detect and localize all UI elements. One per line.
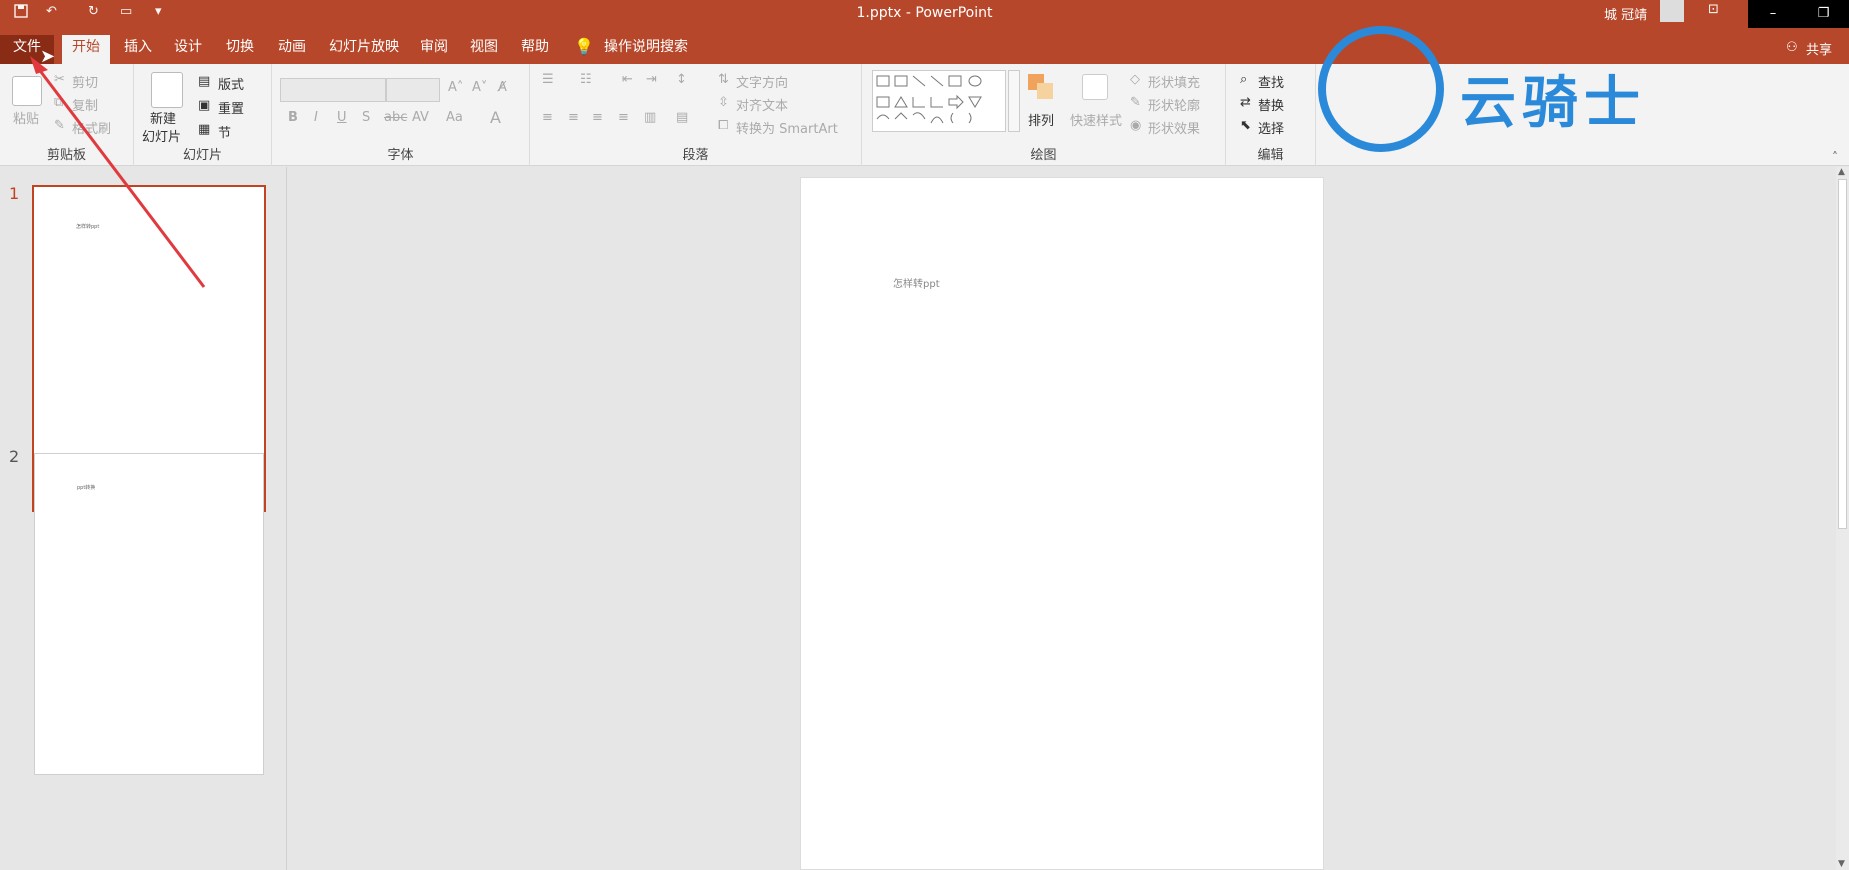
slide-canvas[interactable]: 怎样转ppt (800, 177, 1324, 870)
align-text-button[interactable]: 对齐文本 (736, 95, 788, 114)
shapes-gallery[interactable] (872, 70, 1006, 132)
replace-button[interactable]: 替换 (1258, 95, 1284, 114)
powerpoint-window: ↶ ↻ ▭ ▾ 1.pptx - PowerPoint 城 冠靖 ⊡ – ❐ 文… (0, 0, 1849, 870)
underline-button[interactable]: U (337, 110, 347, 125)
group-label-editing: 编辑 (1257, 148, 1284, 163)
lightbulb-icon: 💡 (574, 37, 594, 56)
shadow-button[interactable]: S (362, 110, 370, 125)
quick-styles-button[interactable]: 快速样式 (1070, 110, 1122, 129)
grow-font-icon[interactable]: A˄ (448, 80, 463, 95)
numbering-icon[interactable]: ☷ (580, 72, 592, 87)
text-direction-button[interactable]: 文字方向 (736, 72, 788, 91)
increase-indent-icon[interactable]: ⇥ (646, 72, 657, 87)
shape-fill-button[interactable]: 形状填充 (1148, 72, 1200, 91)
arrange-button[interactable]: 排列 (1028, 110, 1054, 129)
shape-effects-button[interactable]: 形状效果 (1148, 118, 1200, 137)
tab-animations[interactable]: 动画 (268, 35, 316, 64)
annotation-arrow (30, 56, 206, 288)
smartart-icon[interactable]: ⧠ (718, 118, 728, 133)
select-button[interactable]: 选择 (1258, 118, 1284, 137)
slide-text-box[interactable]: 怎样转ppt (893, 275, 940, 290)
group-label-font: 字体 (387, 148, 414, 163)
group-editing: ⌕ 查找 ⇄ 替换 ⬉ 选择 编辑 (1226, 64, 1316, 166)
tab-help[interactable]: 帮助 (511, 35, 559, 64)
replace-icon[interactable]: ⇄ (1240, 95, 1251, 110)
avatar[interactable] (1660, 0, 1684, 22)
scroll-down-icon[interactable]: ▼ (1838, 859, 1845, 869)
tab-review[interactable]: 审阅 (410, 35, 458, 64)
group-label-drawing: 绘图 (1030, 148, 1057, 163)
select-icon[interactable]: ⬉ (1240, 118, 1251, 133)
smartart-button[interactable]: 转换为 SmartArt (736, 118, 838, 137)
collapse-ribbon-icon[interactable]: ˄ (1832, 150, 1838, 164)
person-icon: ⚇ (1786, 40, 1798, 55)
align-text-icon[interactable]: ⇳ (718, 95, 729, 110)
align-center-icon[interactable]: ≡ (568, 110, 579, 125)
change-case-button[interactable]: Aa (446, 110, 463, 125)
find-icon[interactable]: ⌕ (1240, 72, 1247, 87)
decrease-indent-icon[interactable]: ⇤ (622, 72, 633, 87)
justify-icon[interactable]: ≡ (618, 110, 629, 125)
arrange-icon[interactable] (1028, 74, 1054, 100)
line-spacing-icon[interactable]: ↕ (676, 72, 687, 87)
group-font: A˄ A˅ A̸ B I U S abc AV Aa A 字体 (272, 64, 530, 166)
font-size-box[interactable] (386, 78, 440, 102)
group-label-paragraph: 段落 (682, 148, 709, 163)
italic-button[interactable]: I (314, 110, 318, 125)
strikethrough-button[interactable]: abc (384, 110, 407, 125)
restore-button[interactable]: ❐ (1798, 0, 1849, 28)
shape-outline-button[interactable]: 形状轮廓 (1148, 95, 1200, 114)
quick-styles-icon[interactable] (1082, 74, 1108, 100)
font-color-button[interactable]: A (490, 108, 501, 127)
user-name[interactable]: 城 冠靖 (1604, 4, 1647, 23)
slide-thumbnail-2[interactable]: ppt转换 (34, 453, 264, 775)
title-bar: ↶ ↻ ▭ ▾ 1.pptx - PowerPoint 城 冠靖 ⊡ – ❐ (0, 0, 1849, 28)
shapes-scroll[interactable] (1008, 70, 1020, 132)
thumbnail-2-text: ppt转换 (77, 485, 96, 491)
window-title: 1.pptx - PowerPoint (856, 5, 993, 21)
ribbon-display-icon[interactable]: ⊡ (1708, 2, 1719, 17)
clear-format-icon[interactable]: A̸ (498, 80, 507, 95)
share-button[interactable]: 共享 (1806, 39, 1832, 58)
vertical-scrollbar[interactable]: ▲ ▼ (1836, 167, 1849, 870)
columns-icon[interactable]: ▥ (644, 110, 656, 125)
shape-fill-icon[interactable]: ◇ (1130, 72, 1140, 87)
scroll-thumb[interactable] (1838, 179, 1847, 529)
tab-view[interactable]: 视图 (460, 35, 508, 64)
group-paragraph: ☰ ☷ ⇤ ⇥ ↕ ≡ ≡ ≡ ≡ ▥ ▤ ⇅ 文字方向 ⇳ 对齐文本 ⧠ 转换… (530, 64, 862, 166)
font-name-box[interactable] (280, 78, 386, 102)
tab-slideshow[interactable]: 幻灯片放映 (319, 35, 409, 64)
bold-button[interactable]: B (288, 110, 298, 125)
shape-effects-icon[interactable]: ◉ (1130, 118, 1141, 133)
char-spacing-button[interactable]: AV (412, 110, 429, 125)
tell-me-search[interactable]: 操作说明搜索 (594, 35, 698, 64)
align-right-icon[interactable]: ≡ (592, 110, 603, 125)
align-left-icon[interactable]: ≡ (542, 110, 553, 125)
group-drawing: 排列 快速样式 ◇ 形状填充 ✎ 形状轮廓 ◉ 形状效果 绘图 (862, 64, 1226, 166)
scroll-up-icon[interactable]: ▲ (1838, 167, 1845, 177)
bullets-icon[interactable]: ☰ (542, 72, 554, 87)
text-direction-icon[interactable]: ⇅ (718, 72, 729, 87)
columns-dropdown-icon[interactable]: ▤ (676, 110, 688, 125)
minimize-button[interactable]: – (1748, 0, 1798, 28)
shape-outline-icon[interactable]: ✎ (1130, 95, 1141, 110)
thumbnail-number-2: 2 (9, 447, 20, 466)
watermark-text: 云骑士 (1460, 71, 1646, 136)
mouse-cursor-icon: ➤ (40, 46, 56, 67)
shrink-font-icon[interactable]: A˅ (472, 80, 487, 95)
find-button[interactable]: 查找 (1258, 72, 1284, 91)
watermark-logo-icon (1318, 26, 1444, 152)
window-controls: – ❐ (1748, 0, 1849, 28)
